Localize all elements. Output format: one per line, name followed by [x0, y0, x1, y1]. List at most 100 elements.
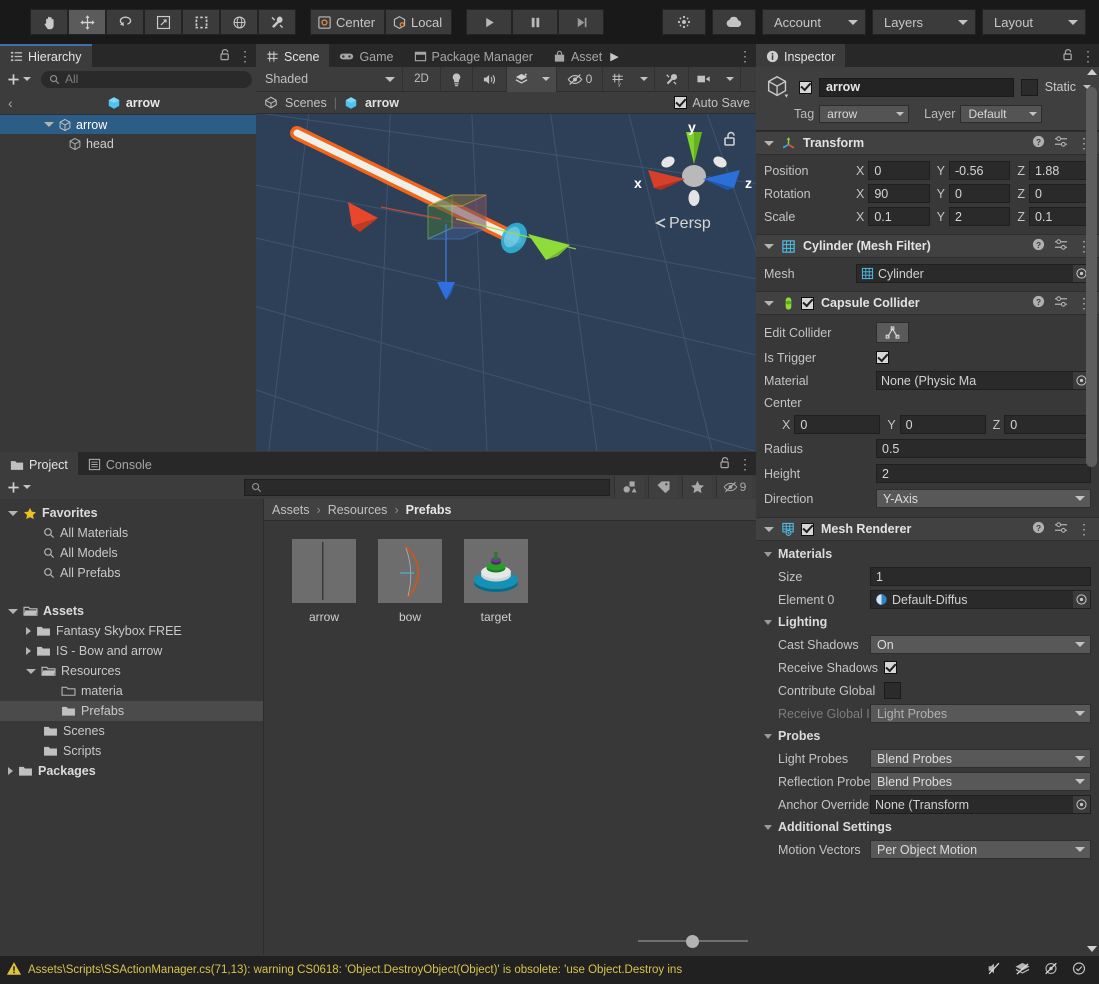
project-visibility-toggle[interactable]: 9: [716, 476, 752, 498]
group-materials[interactable]: Materials: [764, 543, 1091, 565]
layer-dropdown[interactable]: Default: [960, 105, 1043, 123]
inspector-scroll-thumb[interactable]: [1086, 87, 1097, 467]
asset-item-target[interactable]: target: [464, 539, 528, 624]
rotation-x-input[interactable]: 90: [868, 184, 930, 203]
lock-icon[interactable]: [219, 48, 231, 64]
hierarchy-item-arrow[interactable]: arrow: [0, 115, 256, 134]
step-button[interactable]: [558, 9, 605, 35]
contribute-global-illumination-checkbox[interactable]: [884, 682, 901, 699]
is-trigger-checkbox[interactable]: [876, 351, 889, 364]
help-icon[interactable]: ?: [1032, 135, 1045, 151]
pivot-mode-button[interactable]: Center: [310, 9, 386, 35]
preset-icon[interactable]: [1054, 238, 1068, 254]
rotation-y-input[interactable]: 0: [949, 184, 1011, 203]
toggle-2d-button[interactable]: 2D: [403, 66, 441, 92]
tree-item-prefabs[interactable]: Prefabs: [0, 701, 263, 721]
asset-item-bow[interactable]: bow: [378, 539, 442, 624]
inspector-scrollbar[interactable]: [1085, 69, 1098, 954]
scale-x-input[interactable]: 0.1: [868, 207, 930, 226]
hand-tool-button[interactable]: [30, 9, 68, 35]
tab-scene[interactable]: Scene: [256, 44, 330, 67]
cloud-button[interactable]: [712, 9, 756, 35]
scene-audio-button[interactable]: [473, 66, 507, 92]
hierarchy-search-input[interactable]: All: [41, 70, 252, 88]
scene-breadcrumb-scenes[interactable]: Scenes: [285, 96, 327, 110]
scene-breadcrumb-name[interactable]: arrow: [365, 96, 399, 110]
component-header-capsule-collider[interactable]: Capsule Collider ? ⋮: [756, 291, 1099, 315]
chevron-down-icon[interactable]: [764, 551, 772, 557]
component-header-mesh-filter[interactable]: Cylinder (Mesh Filter) ? ⋮: [756, 234, 1099, 258]
edit-collider-button[interactable]: [876, 322, 909, 343]
tab-project[interactable]: Project: [0, 452, 78, 475]
autosave-toggle[interactable]: Auto Save: [674, 96, 750, 110]
create-object-button[interactable]: [4, 73, 34, 86]
radius-input[interactable]: 0.5: [876, 439, 1091, 458]
layers-icon[interactable]: [1014, 961, 1031, 979]
breadcrumb-prefabs[interactable]: Prefabs: [406, 503, 452, 517]
scroll-up-arrow-icon[interactable]: [1087, 69, 1097, 75]
filter-by-label-button[interactable]: [648, 476, 678, 498]
rect-tool-button[interactable]: [182, 9, 220, 35]
help-icon[interactable]: ?: [1032, 295, 1045, 311]
tag-dropdown[interactable]: arrow: [819, 105, 910, 123]
inspector-menu-icon[interactable]: ⋮: [1081, 49, 1095, 63]
position-z-input[interactable]: 1.88: [1028, 161, 1092, 180]
layers-dropdown[interactable]: Layers: [872, 9, 976, 35]
scene-lighting-button[interactable]: [441, 66, 473, 92]
move-tool-button[interactable]: [68, 9, 106, 35]
scene-fx-button[interactable]: [507, 66, 535, 92]
group-probes[interactable]: Probes: [764, 725, 1091, 747]
asset-item-arrow[interactable]: arrow: [292, 539, 356, 624]
scale-y-input[interactable]: 2: [949, 207, 1011, 226]
handle-rotation-button[interactable]: Local: [385, 9, 453, 35]
tab-hierarchy[interactable]: Hierarchy: [0, 44, 92, 67]
chevron-right-icon[interactable]: [26, 647, 31, 655]
object-name-field[interactable]: arrow: [819, 77, 1014, 97]
tree-item-all-materials[interactable]: All Materials: [0, 523, 263, 543]
tree-item-fantasy-skybox[interactable]: Fantasy Skybox FREE: [0, 621, 263, 641]
chevron-down-icon[interactable]: [764, 526, 774, 532]
scale-tool-button[interactable]: [144, 9, 182, 35]
status-bar[interactable]: Assets\Scripts\SSActionManager.cs(71,13)…: [0, 956, 1099, 984]
motion-vectors-dropdown[interactable]: Per Object Motion: [870, 840, 1091, 859]
group-lighting[interactable]: Lighting: [764, 611, 1091, 633]
scene-camera-dropdown[interactable]: [719, 66, 741, 92]
hierarchy-menu-icon[interactable]: ⋮: [238, 49, 252, 63]
tree-item-assets[interactable]: Assets: [0, 601, 263, 621]
scene-grid-dropdown[interactable]: [633, 66, 655, 92]
chevron-down-icon[interactable]: [44, 122, 54, 127]
tree-item-favorites[interactable]: Favorites: [0, 503, 263, 523]
create-asset-button[interactable]: [4, 481, 34, 494]
mute-audio-icon[interactable]: [986, 961, 1002, 979]
element-0-field[interactable]: Default-Diffus: [870, 590, 1091, 609]
no-gizmo-icon[interactable]: [1043, 961, 1059, 979]
collab-button[interactable]: [662, 9, 706, 35]
rotate-tool-button[interactable]: [106, 9, 144, 35]
tab-package-manager[interactable]: Package Manager: [404, 44, 543, 67]
ready-icon[interactable]: [1071, 961, 1087, 979]
height-input[interactable]: 2: [876, 464, 1091, 483]
group-additional-settings[interactable]: Additional Settings: [764, 816, 1091, 838]
object-active-checkbox[interactable]: [799, 80, 812, 94]
project-search-input[interactable]: [244, 478, 610, 496]
back-arrow-icon[interactable]: ‹: [8, 95, 13, 111]
tree-item-all-models[interactable]: All Models: [0, 543, 263, 563]
chevron-down-icon[interactable]: [764, 733, 772, 739]
scale-z-input[interactable]: 0.1: [1028, 207, 1092, 226]
help-icon[interactable]: ?: [1032, 238, 1045, 254]
play-button[interactable]: [466, 9, 513, 35]
tab-game[interactable]: Game: [329, 44, 403, 67]
breadcrumb-resources[interactable]: Resources: [328, 503, 388, 517]
project-menu-icon[interactable]: ⋮: [738, 457, 752, 471]
tab-inspector[interactable]: Inspector: [756, 44, 846, 67]
position-x-input[interactable]: 0: [868, 161, 930, 180]
position-y-input[interactable]: -0.56: [949, 161, 1011, 180]
asset-zoom-slider[interactable]: [638, 931, 748, 951]
asset-zoom-knob[interactable]: [686, 934, 699, 948]
component-header-mesh-renderer[interactable]: Mesh Renderer ? ⋮: [756, 517, 1099, 541]
scene-tools-button[interactable]: [655, 66, 689, 92]
layout-dropdown[interactable]: Layout: [982, 9, 1086, 35]
scene-fx-dropdown[interactable]: [535, 66, 557, 92]
custom-tool-button[interactable]: [258, 9, 296, 35]
lock-icon[interactable]: [1062, 48, 1074, 64]
